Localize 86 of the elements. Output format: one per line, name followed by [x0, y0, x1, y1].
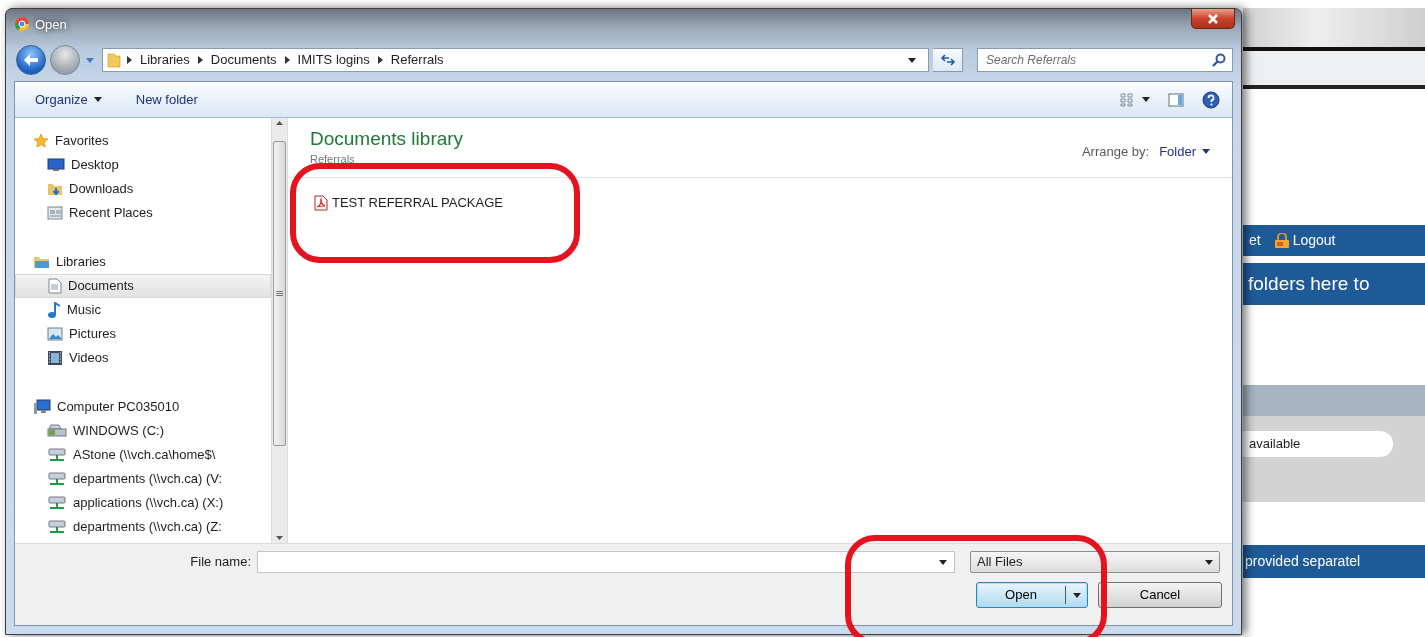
- caret-icon: [1072, 592, 1081, 598]
- preview-pane-button[interactable]: [1166, 90, 1186, 109]
- chevron-icon: [127, 56, 132, 64]
- refresh-icon: [939, 54, 956, 66]
- nav-item[interactable]: AStone (\\vch.ca\home$\: [15, 443, 271, 467]
- lock-icon: [1272, 232, 1291, 249]
- download-folder-icon: [47, 181, 63, 197]
- caret-icon: [1205, 559, 1213, 565]
- caret-icon: [86, 58, 94, 64]
- help-icon: [1202, 90, 1220, 109]
- drive-icon: [47, 424, 67, 438]
- music-note-icon: [47, 302, 61, 318]
- window-icon: [47, 205, 63, 221]
- nav-item[interactable]: Documents: [15, 274, 271, 298]
- nav-item[interactable]: applications (\\vch.ca) (X:): [15, 491, 271, 515]
- scrollbar[interactable]: [271, 118, 287, 543]
- page-heading: folders here to: [1243, 263, 1425, 305]
- document-icon: [48, 278, 62, 294]
- status-field: available: [1243, 431, 1393, 457]
- grip-icon: [276, 291, 283, 296]
- caret-icon: [908, 58, 916, 64]
- library-subtitle: Referrals: [310, 151, 356, 167]
- scroll-up-icon: [276, 121, 283, 125]
- close-icon: [1207, 13, 1219, 24]
- nav-item[interactable]: departments (\\vch.ca) (Z:: [15, 515, 271, 539]
- file-name-label: File name:: [189, 553, 252, 572]
- library-title: Documents library: [310, 128, 464, 151]
- file-item[interactable]: TEST REFERRAL PACKAGE: [310, 190, 507, 216]
- nav-item[interactable]: Desktop: [15, 153, 271, 177]
- breadcrumb-item[interactable]: Referrals: [388, 50, 446, 70]
- search-icon: [1212, 53, 1226, 67]
- star-icon: [33, 133, 49, 149]
- app-icon: [14, 16, 30, 32]
- nav-item[interactable]: Favorites: [15, 129, 271, 153]
- nav-item[interactable]: departments (\\vch.ca) (V:: [15, 467, 271, 491]
- window-title: Open: [35, 16, 67, 34]
- network-drive-icon: [47, 496, 67, 510]
- scroll-down-icon: [276, 536, 283, 540]
- caret-icon: [93, 97, 102, 102]
- refresh-button[interactable]: [933, 48, 963, 72]
- breadcrumb-item[interactable]: Documents: [208, 50, 279, 70]
- dialog-button[interactable]: Cancel: [1098, 582, 1222, 608]
- nav-item[interactable]: Recent Places: [15, 201, 271, 225]
- help-button[interactable]: [1200, 88, 1222, 111]
- scrollbar-thumb[interactable]: [273, 141, 286, 446]
- dialog-button[interactable]: Open: [976, 582, 1088, 608]
- nav-item[interactable]: Music: [15, 298, 271, 322]
- toolbar-button[interactable]: Organize: [31, 87, 106, 112]
- arrow-left-icon: [23, 53, 39, 67]
- computer-icon: [33, 399, 51, 415]
- breadcrumb-item[interactable]: IMITS logins: [295, 50, 372, 70]
- chevron-icon: [284, 56, 290, 64]
- view-button[interactable]: [1118, 90, 1152, 109]
- nav-item[interactable]: WINDOWS (C:): [15, 419, 271, 443]
- picture-icon: [47, 327, 63, 341]
- nav-item[interactable]: Downloads: [15, 177, 271, 201]
- caret-icon: [1202, 149, 1210, 155]
- breadcrumb-item[interactable]: Libraries: [138, 50, 192, 70]
- monitor-icon: [47, 158, 65, 172]
- file-type-dropdown[interactable]: All Files: [970, 551, 1220, 573]
- close-button[interactable]: [1191, 9, 1235, 29]
- chevron-icon: [377, 56, 383, 64]
- page-note: provided separatel: [1243, 545, 1425, 578]
- folder-icon: [107, 52, 121, 68]
- nav-item[interactable]: Libraries: [15, 250, 271, 274]
- nav-link[interactable]: Logout: [1272, 230, 1336, 251]
- caret-icon: [1142, 97, 1150, 102]
- nav-item[interactable]: Videos: [15, 346, 271, 370]
- film-icon: [47, 350, 63, 366]
- chevron-icon: [197, 56, 203, 64]
- toolbar-button[interactable]: New folder: [131, 87, 202, 112]
- pane-icon: [1168, 92, 1184, 107]
- network-drive-icon: [47, 520, 67, 534]
- arrange-label: Arrange by:: [1081, 143, 1150, 161]
- nav-item[interactable]: Computer PC035010: [15, 395, 271, 419]
- view-grid-icon: [1120, 92, 1134, 107]
- back-button[interactable]: [16, 45, 46, 75]
- folder-icon: [33, 255, 50, 269]
- nav-item[interactable]: Pictures: [15, 322, 271, 346]
- network-drive-icon: [47, 472, 67, 486]
- address-bar[interactable]: Libraries Documents IMITS logins Referrals: [102, 48, 929, 72]
- network-drive-icon: [47, 448, 67, 462]
- search-field[interactable]: Search Referrals: [977, 48, 1233, 72]
- nav-link[interactable]: et: [1249, 230, 1261, 251]
- arrange-dropdown[interactable]: Folder: [1159, 142, 1210, 162]
- pdf-icon: [314, 194, 328, 211]
